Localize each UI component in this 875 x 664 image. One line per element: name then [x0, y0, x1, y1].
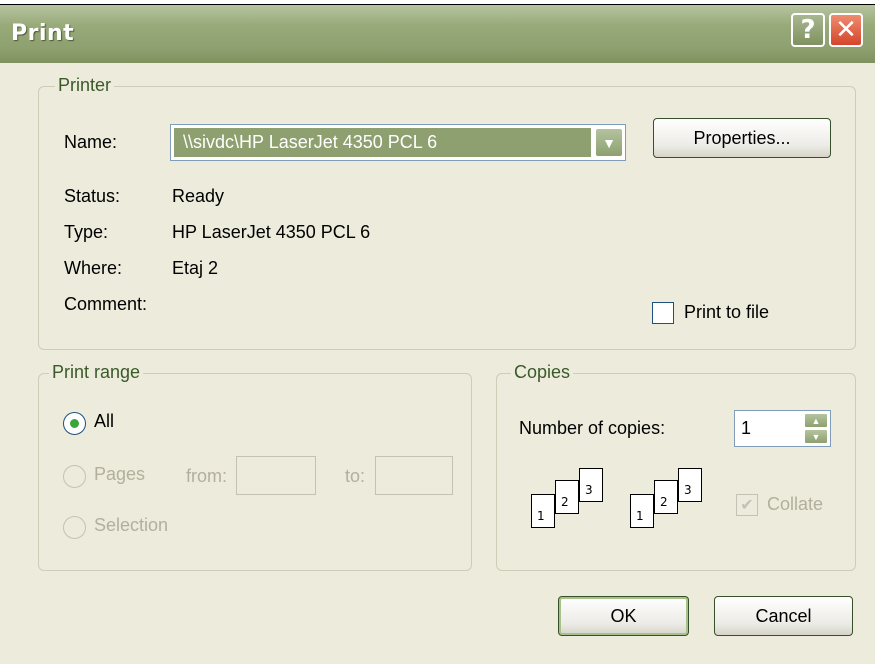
- properties-button[interactable]: Properties...: [653, 118, 831, 158]
- close-button[interactable]: ✕: [829, 13, 863, 47]
- checkmark-icon: ✔: [740, 497, 754, 514]
- from-input[interactable]: [236, 456, 316, 495]
- to-label: to:: [345, 466, 366, 486]
- page-1-icon: 1: [531, 494, 555, 528]
- from-label: from:: [186, 466, 228, 486]
- pages-radio[interactable]: [63, 465, 86, 488]
- selection-radio[interactable]: [63, 516, 86, 539]
- page-2-icon: 2: [555, 480, 579, 514]
- where-value: Etaj 2: [172, 258, 219, 278]
- type-label: Type:: [64, 222, 109, 242]
- page-3-icon: 3: [678, 468, 702, 502]
- collate-pages-icon: 3 2 1: [622, 468, 704, 544]
- comment-label: Comment:: [64, 294, 148, 314]
- radio-selected-dot: [70, 419, 79, 428]
- close-icon: ✕: [835, 15, 857, 45]
- print-to-file-label[interactable]: Print to file: [684, 302, 769, 323]
- collate-checkbox[interactable]: ✔: [736, 494, 758, 516]
- where-label: Where:: [64, 258, 123, 278]
- cancel-button[interactable]: Cancel: [714, 596, 853, 636]
- status-value: Ready: [172, 186, 225, 206]
- spin-up-button[interactable]: ▲: [804, 413, 828, 428]
- copies-value: 1: [741, 418, 752, 438]
- to-input[interactable]: [375, 456, 453, 495]
- type-value: HP LaserJet 4350 PCL 6: [172, 222, 371, 242]
- printer-name-select[interactable]: \\sivdc\HP LaserJet 4350 PCL 6 ▼: [170, 124, 626, 161]
- all-label[interactable]: All: [94, 411, 114, 432]
- title-bar[interactable]: Print ? ✕: [0, 5, 875, 63]
- page-3-icon: 3: [579, 468, 603, 502]
- window-title: Print: [11, 21, 75, 46]
- chevron-down-icon: ▼: [602, 134, 616, 151]
- printer-group-legend: Printer: [55, 75, 115, 96]
- spinner-buttons: ▲ ▼: [804, 413, 828, 444]
- pages-label[interactable]: Pages: [94, 464, 145, 485]
- copies-spinner[interactable]: 1 ▲ ▼: [734, 410, 831, 447]
- all-radio[interactable]: [63, 412, 86, 435]
- printer-name-value: \\sivdc\HP LaserJet 4350 PCL 6: [183, 132, 438, 152]
- page-1-icon: 1: [630, 494, 654, 528]
- page-2-icon: 2: [654, 480, 678, 514]
- collate-pages-icon: 3 2 1: [523, 468, 605, 544]
- name-label: Name:: [64, 132, 118, 152]
- print-to-file-checkbox[interactable]: [652, 302, 674, 324]
- ok-button[interactable]: OK: [558, 596, 689, 636]
- spin-down-button[interactable]: ▼: [804, 429, 828, 444]
- number-of-copies-label: Number of copies:: [519, 418, 666, 438]
- collate-label[interactable]: Collate: [767, 494, 823, 515]
- selection-label[interactable]: Selection: [94, 515, 168, 536]
- dropdown-arrow-button[interactable]: ▼: [595, 128, 623, 157]
- copies-legend: Copies: [511, 362, 574, 383]
- help-button[interactable]: ?: [791, 13, 825, 47]
- print-range-legend: Print range: [49, 362, 144, 383]
- print-dialog: Print ? ✕ Printer Name: \\sivdc\HP Laser…: [0, 5, 875, 664]
- printer-name-selected: \\sivdc\HP LaserJet 4350 PCL 6: [174, 128, 591, 157]
- status-label: Status:: [64, 186, 121, 206]
